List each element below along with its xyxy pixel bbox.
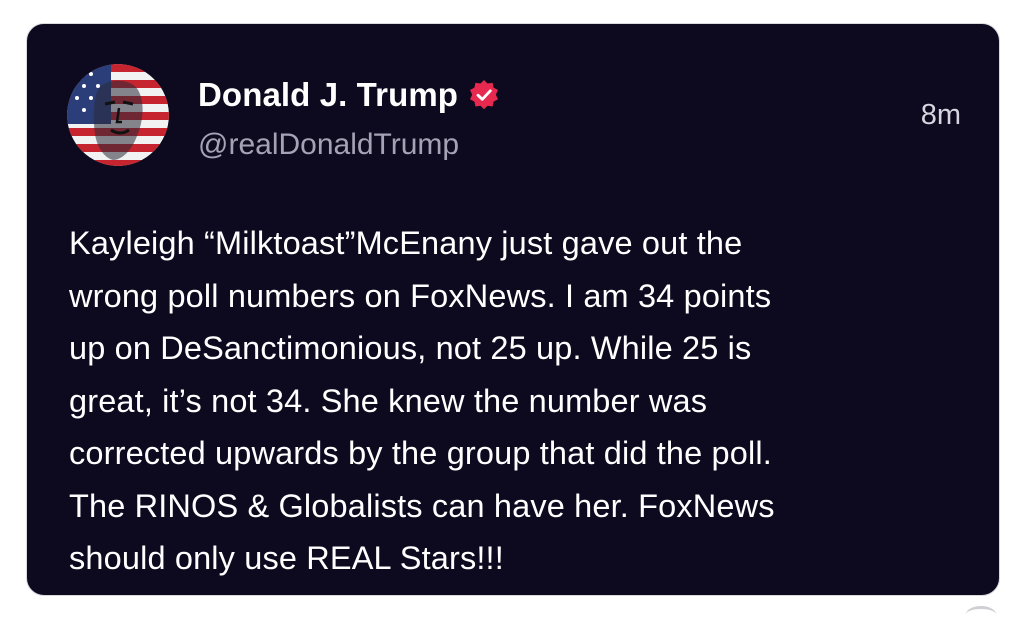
post-body: Kayleigh “Milktoast”McEnany just gave ou… bbox=[69, 217, 969, 585]
author-name-text[interactable]: Donald J. Trump bbox=[198, 76, 458, 114]
flag-portrait-icon bbox=[67, 64, 169, 166]
post-card[interactable]: Donald J. Trump @realDonaldTrump 8m Kayl… bbox=[26, 23, 1000, 596]
verified-badge-icon bbox=[468, 79, 500, 111]
author-name[interactable]: Donald J. Trump bbox=[198, 76, 500, 114]
avatar[interactable] bbox=[67, 64, 169, 166]
post-timestamp[interactable]: 8m bbox=[921, 99, 961, 132]
partial-icon bbox=[966, 606, 996, 623]
author-handle[interactable]: @realDonaldTrump bbox=[198, 128, 459, 162]
